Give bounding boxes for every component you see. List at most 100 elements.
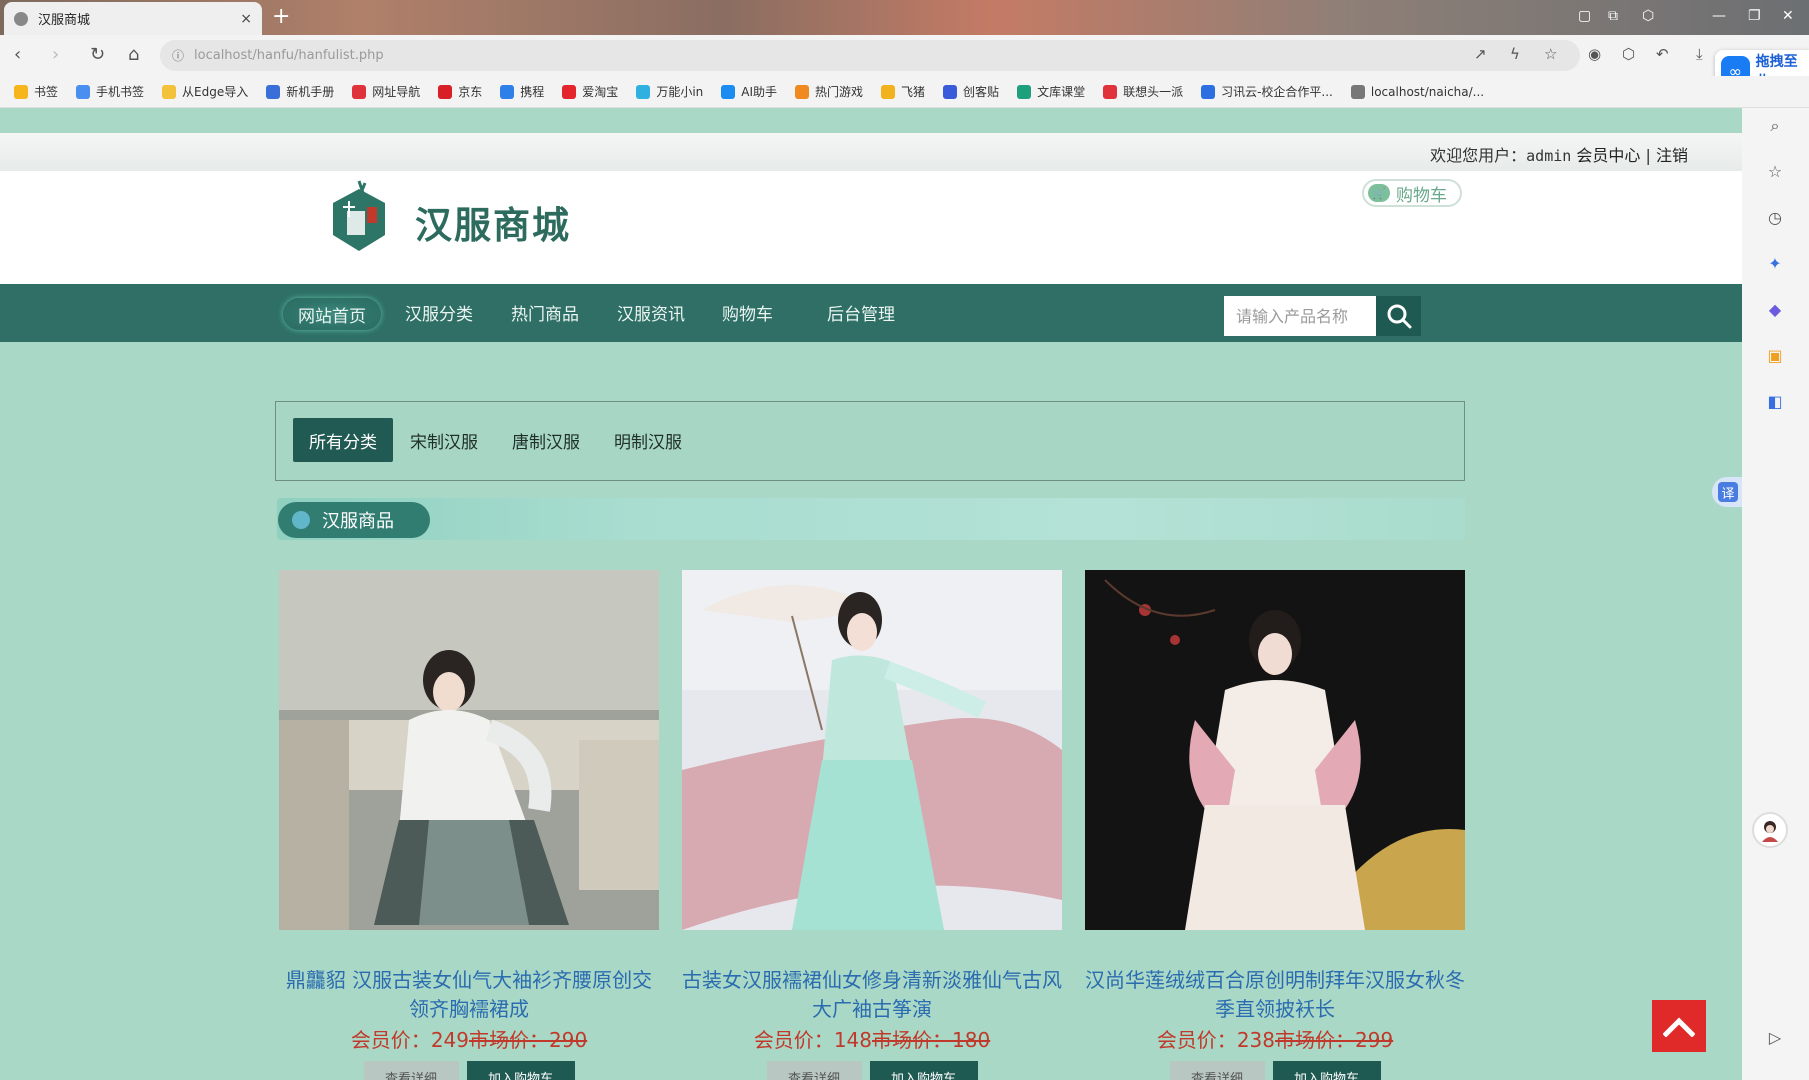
bookmark-item[interactable]: 从Edge导入 (162, 83, 248, 100)
bookmark-item[interactable]: 文库课堂 (1017, 83, 1085, 100)
add-to-cart-button[interactable]: 加入购物车 (1272, 1061, 1381, 1080)
download-icon[interactable]: ⤓ (1696, 45, 1703, 63)
bookmark-icon (76, 84, 91, 99)
bookmark-label: localhost/naicha/... (1370, 84, 1485, 99)
lightning-icon[interactable]: ϟ (1510, 45, 1520, 63)
close-window-button[interactable]: ✕ (1782, 8, 1794, 24)
extensions-icon[interactable]: ⬡ (1642, 8, 1654, 24)
bookmark-label: 从Edge导入 (182, 85, 249, 99)
translate-bubble[interactable]: 译 (1712, 477, 1744, 507)
minimize-button[interactable]: — (1712, 8, 1726, 24)
product-image[interactable] (682, 570, 1062, 930)
home-icon[interactable]: ⌂ (128, 44, 139, 65)
bookmark-item[interactable]: 手机书签 (76, 83, 144, 100)
bookmark-label: 京东 (458, 85, 483, 99)
nav-home[interactable]: 网站首页 (283, 298, 381, 330)
category-tang[interactable]: 唐制汉服 (512, 418, 580, 462)
browser-tab-active[interactable]: 汉服商城 × (4, 2, 262, 35)
user-bar: 欢迎您用户：admin 会员中心 | 注销 (0, 133, 1748, 171)
product-price: 会员价：238市场价：299 (1085, 1024, 1465, 1053)
bookmark-icon (500, 84, 515, 99)
bookmark-item[interactable]: 万能小in (636, 83, 703, 100)
collections-icon[interactable]: ⧉ (1608, 8, 1618, 24)
favorite-star-icon[interactable]: ☆ (1544, 45, 1557, 63)
search-input[interactable] (1224, 296, 1376, 336)
forward-icon[interactable]: › (52, 44, 59, 65)
member-price-label: 会员价： (1156, 1028, 1237, 1052)
side-translate-icon[interactable]: ◧ (1764, 392, 1786, 414)
side-toolbox-icon[interactable]: ▣ (1764, 346, 1786, 368)
reading-mode-icon[interactable]: ▢ (1578, 8, 1591, 24)
product-title[interactable]: 鼎龘貂 汉服古装女仙气大袖衫齐腰原创交领齐胸襦裙成 (279, 966, 659, 1024)
view-detail-button[interactable]: 查看详细 (363, 1061, 459, 1080)
restore-button[interactable]: ❐ (1748, 8, 1761, 24)
side-game-icon[interactable]: ◆ (1764, 300, 1786, 322)
nav-categories[interactable]: 汉服分类 (405, 300, 473, 325)
section-title: 汉服商品 (322, 511, 394, 532)
bookmark-item[interactable]: 热门游戏 (795, 83, 863, 100)
nav-cart[interactable]: 购物车 (722, 300, 773, 325)
profile-icon[interactable]: ◉ (1588, 45, 1601, 63)
bookmark-item[interactable]: 爱淘宝 (562, 83, 618, 100)
category-ming[interactable]: 明制汉服 (614, 418, 682, 462)
market-price: 市场价：290 (469, 1028, 588, 1052)
assistant-avatar-icon[interactable] (1752, 812, 1788, 848)
product-card: 古装女汉服襦裙仙女修身清新淡雅仙气古风大广袖古筝演 会员价：148市场价：180… (682, 570, 1062, 1080)
reload-icon[interactable]: ↻ (90, 44, 105, 65)
product-title[interactable]: 古装女汉服襦裙仙女修身清新淡雅仙气古风大广袖古筝演 (682, 966, 1062, 1024)
back-icon[interactable]: ‹ (14, 44, 21, 65)
category-all[interactable]: 所有分类 (293, 418, 393, 462)
product-image[interactable] (279, 570, 659, 930)
nav-news[interactable]: 汉服资讯 (617, 300, 685, 325)
tab-title: 汉服商城 (38, 13, 91, 28)
site-logo-icon[interactable] (325, 177, 393, 257)
undo-icon[interactable]: ↶ (1656, 45, 1669, 63)
bookmark-item[interactable]: 携程 (500, 83, 544, 100)
side-collapse-icon[interactable]: ▷ (1764, 1028, 1786, 1050)
product-title[interactable]: 汉尚华莲绒绒百合原创明制拜年汉服女秋冬季直领披袄长 (1085, 966, 1465, 1024)
member-center-link[interactable]: 会员中心 (1576, 146, 1640, 165)
site-info-icon[interactable]: ⓘ (172, 47, 184, 64)
search-button[interactable] (1376, 296, 1421, 336)
address-bar-area: ‹ › ↻ ⌂ ⓘ localhost/hanfu/hanfulist.php … (0, 35, 1809, 76)
tab-close-icon[interactable]: × (240, 11, 252, 27)
nav-admin[interactable]: 后台管理 (827, 300, 895, 325)
search-icon (1387, 304, 1411, 329)
bookmark-item[interactable]: 书签 (14, 83, 58, 100)
side-history-icon[interactable]: ◷ (1764, 208, 1786, 230)
extension-puzzle-icon[interactable]: ⬡ (1622, 45, 1635, 63)
bookmark-item[interactable]: 飞猪 (881, 83, 925, 100)
share-icon[interactable]: ↗ (1474, 45, 1487, 63)
bookmark-label: 联想头一派 (1123, 85, 1184, 99)
add-to-cart-button[interactable]: 加入购物车 (869, 1061, 978, 1080)
bookmark-item[interactable]: 新机手册 (266, 83, 334, 100)
header-cart-button[interactable]: 🛒 购物车 (1362, 179, 1462, 207)
view-detail-button[interactable]: 查看详细 (766, 1061, 862, 1080)
bookmark-item[interactable]: localhost/naicha/... (1350, 84, 1485, 99)
side-ai-icon[interactable]: ✦ (1764, 254, 1786, 276)
url-field[interactable]: ⓘ localhost/hanfu/hanfulist.php (160, 40, 1580, 71)
nav-hot-products[interactable]: 热门商品 (511, 300, 579, 325)
bookmark-label: 网址导航 (372, 85, 421, 99)
back-to-top-button[interactable] (1652, 1000, 1706, 1052)
bookmark-icon (438, 84, 453, 99)
bookmark-item[interactable]: 联想头一派 (1103, 83, 1183, 100)
bookmark-label: 手机书签 (96, 85, 145, 99)
bookmark-item[interactable]: 创客贴 (943, 83, 999, 100)
bookmark-item[interactable]: 习讯云-校企合作平... (1201, 83, 1333, 100)
member-price-label: 会员价： (753, 1028, 834, 1052)
bookmark-icon (1017, 84, 1032, 99)
bookmark-item[interactable]: 京东 (438, 83, 482, 100)
product-image[interactable] (1085, 570, 1465, 930)
side-search-icon[interactable]: ⌕ (1764, 116, 1786, 138)
side-favorites-icon[interactable]: ☆ (1764, 162, 1786, 184)
add-to-cart-button[interactable]: 加入购物车 (466, 1061, 575, 1080)
bookmark-item[interactable]: AI助手 (721, 83, 777, 100)
bookmark-icon (943, 84, 958, 99)
web-page: 欢迎您用户：admin 会员中心 | 注销 汉服商城 🛒 购物车 网站首页 汉服… (0, 108, 1748, 1080)
category-song[interactable]: 宋制汉服 (410, 418, 478, 462)
new-tab-button[interactable]: + (272, 4, 290, 29)
view-detail-button[interactable]: 查看详细 (1169, 1061, 1265, 1080)
logout-link[interactable]: 注销 (1656, 146, 1688, 165)
bookmark-item[interactable]: 网址导航 (352, 83, 420, 100)
